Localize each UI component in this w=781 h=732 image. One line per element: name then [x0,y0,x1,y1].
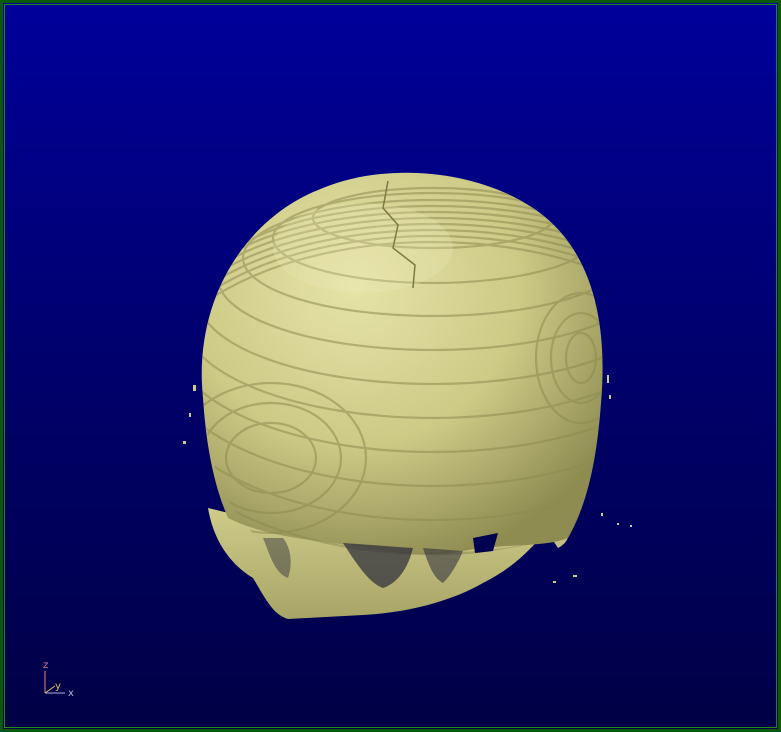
x-axis-label: x [68,688,74,699]
y-axis-label: y [55,681,61,692]
skull-model[interactable] [145,172,721,619]
z-axis-label: z [43,660,48,671]
render-canvas[interactable] [3,3,778,729]
orientation-axes: z y x [43,660,74,699]
skull-highlight [273,203,453,293]
3d-viewport[interactable]: z y x [0,0,781,732]
y-axis-line [44,685,56,694]
